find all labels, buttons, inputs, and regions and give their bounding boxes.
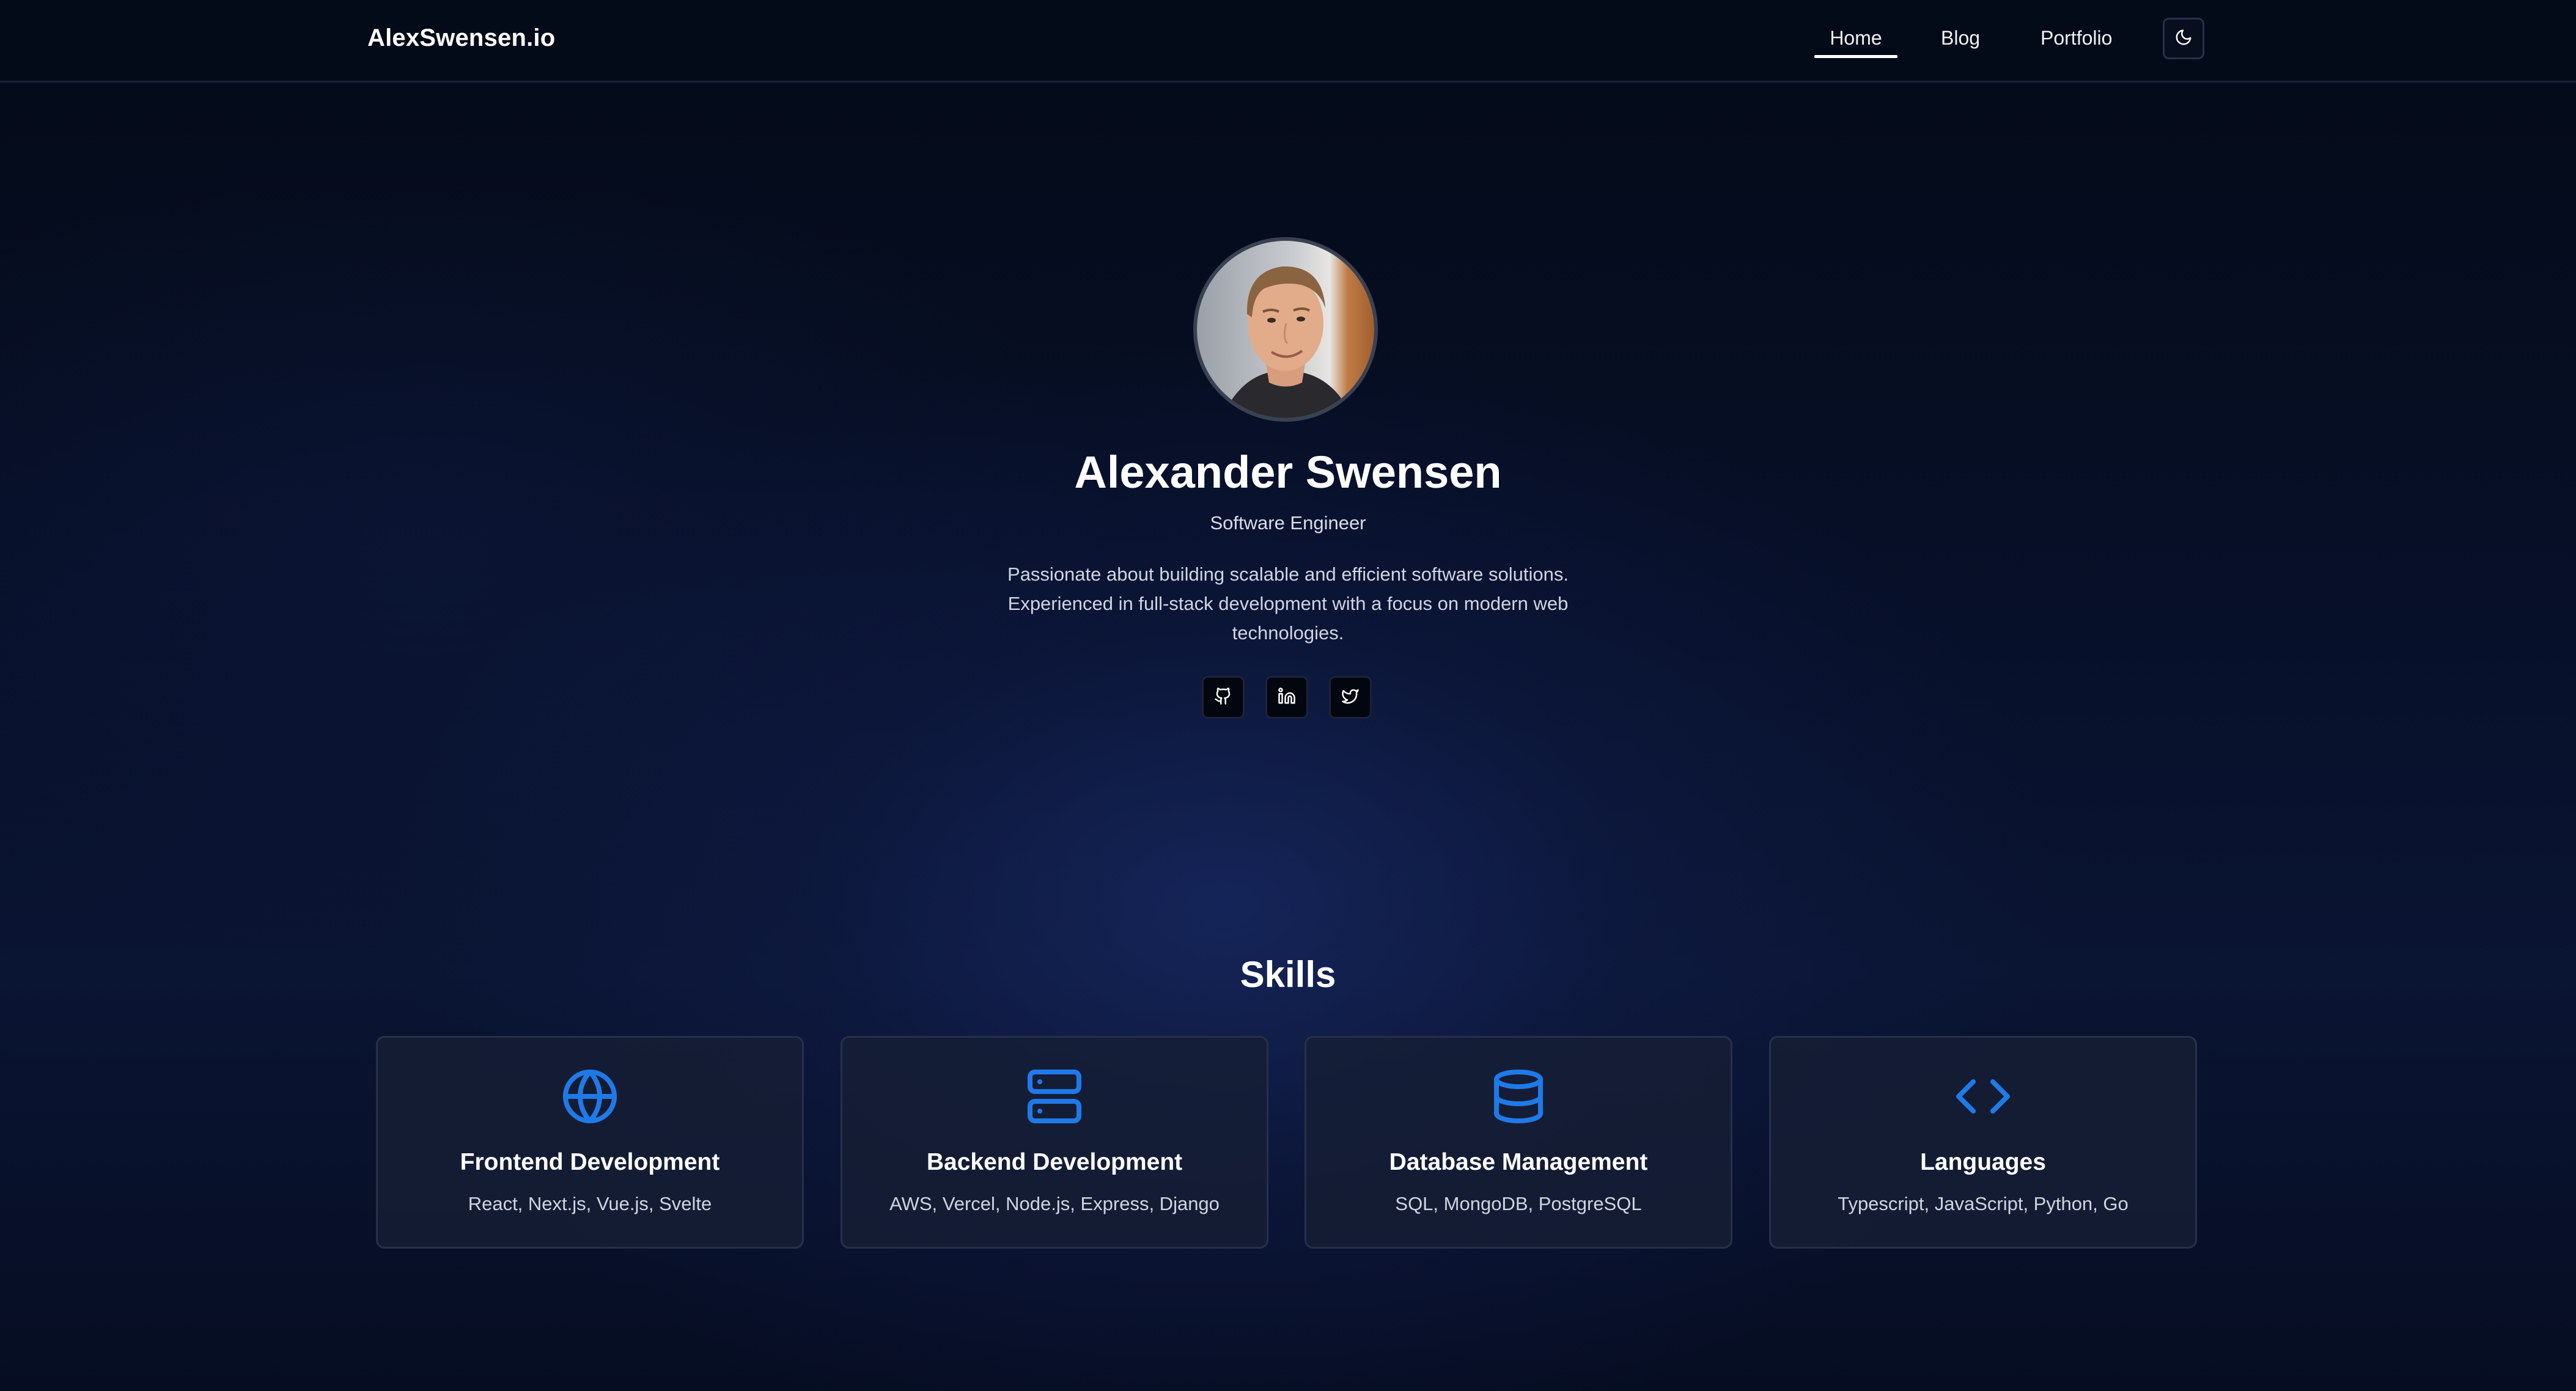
github-link-button[interactable] (1202, 676, 1245, 719)
nav-portfolio-link[interactable]: Portfolio (2041, 27, 2112, 50)
skill-card-description: AWS, Vercel, Node.js, Express, Django (889, 1193, 1220, 1214)
top-navigation-bar: AlexSwensen.io Home Blog Portfolio (0, 0, 2576, 83)
globe-icon (561, 1067, 619, 1129)
github-icon (1214, 687, 1232, 708)
code-icon (1954, 1067, 2012, 1129)
skill-card-description: Typescript, JavaScript, Python, Go (1838, 1193, 2129, 1214)
skill-card-title: Languages (1920, 1149, 2046, 1175)
profile-avatar (1193, 237, 1378, 422)
profile-role: Software Engineer (1210, 512, 1366, 534)
profile-bio: Passionate about building scalable and e… (1007, 563, 1569, 644)
twitter-link-button[interactable] (1329, 676, 1372, 719)
skill-card-languages: Languages Typescript, JavaScript, Python… (1769, 1036, 2197, 1249)
linkedin-icon (1278, 687, 1296, 708)
skills-heading: Skills (1240, 954, 1336, 995)
theme-toggle-button[interactable] (2163, 18, 2204, 59)
skill-card-title: Backend Development (926, 1149, 1183, 1175)
skill-card-title: Database Management (1389, 1149, 1648, 1175)
skill-card-title: Frontend Development (460, 1149, 720, 1175)
moon-icon (2174, 28, 2193, 50)
skill-card-description: SQL, MongoDB, PostgreSQL (1395, 1193, 1642, 1214)
skill-card-description: React, Next.js, Vue.js, Svelte (468, 1193, 712, 1214)
nav-home-link[interactable]: Home (1814, 27, 1897, 50)
site-brand-link[interactable]: AlexSwensen.io (367, 24, 555, 52)
database-icon (1489, 1067, 1548, 1129)
skill-card-frontend: Frontend Development React, Next.js, Vue… (376, 1036, 804, 1249)
twitter-icon (1341, 687, 1360, 708)
skill-card-backend: Backend Development AWS, Vercel, Node.js… (841, 1036, 1268, 1249)
profile-name: Alexander Swensen (1074, 447, 1502, 497)
server-icon (1025, 1067, 1084, 1129)
linkedin-link-button[interactable] (1265, 676, 1308, 719)
nav-blog-link[interactable]: Blog (1941, 27, 1980, 50)
skill-card-database: Database Management SQL, MongoDB, Postgr… (1305, 1036, 1732, 1249)
active-nav-indicator (1814, 55, 1897, 58)
